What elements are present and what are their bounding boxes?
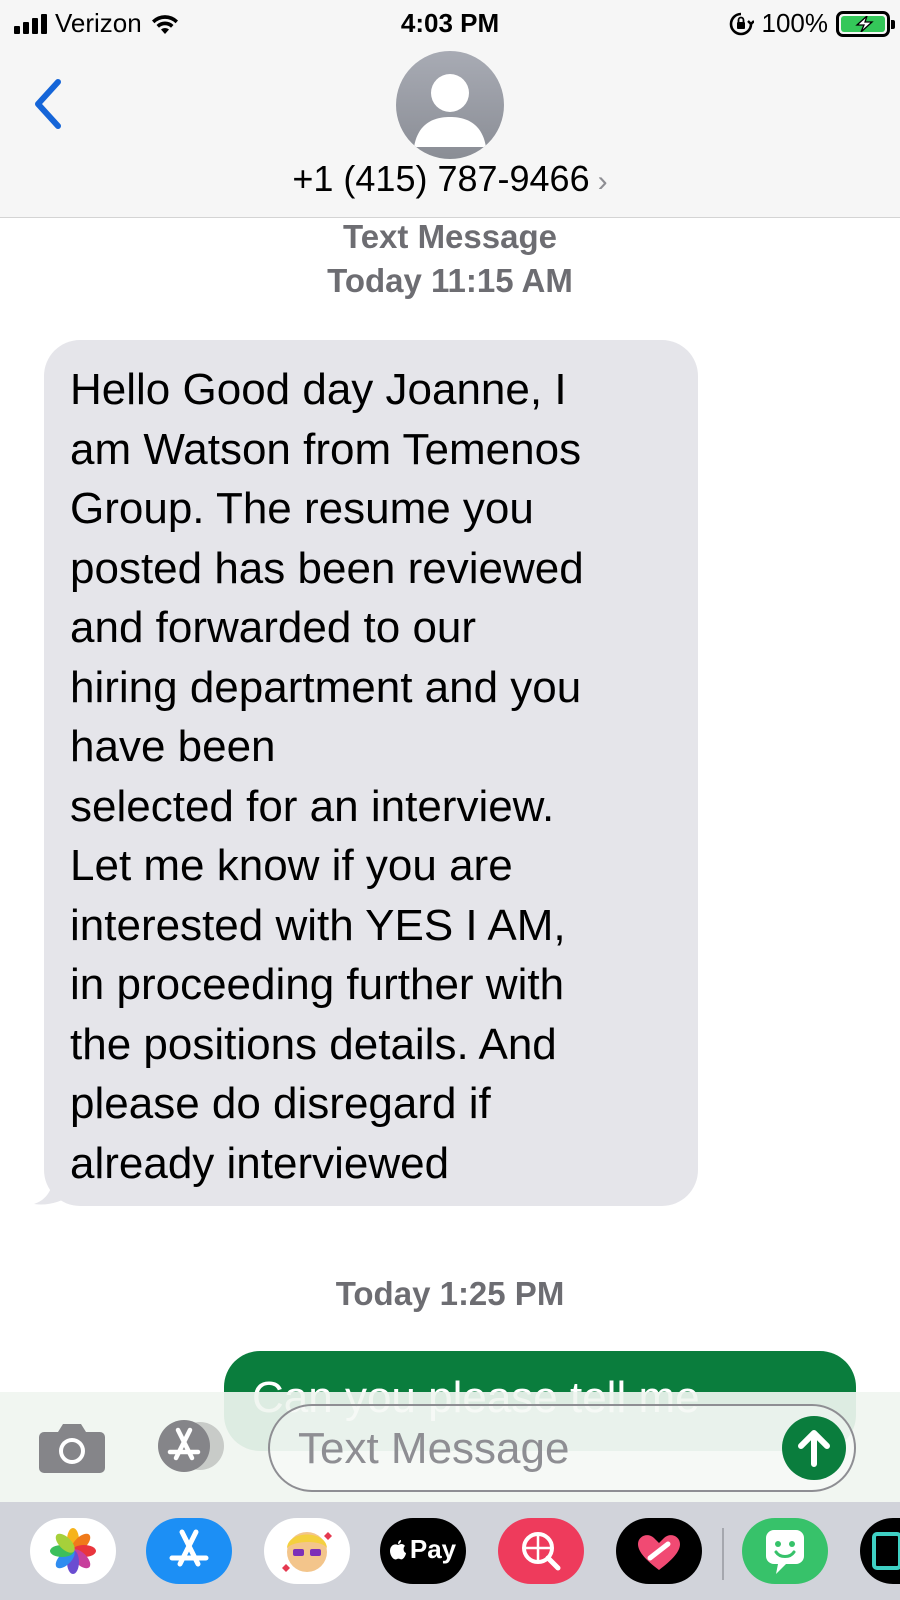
service-label: Text Message — [343, 218, 557, 255]
apple-pay-app-button[interactable]: Pay — [380, 1518, 466, 1584]
battery-charging-icon — [836, 10, 895, 37]
memoji-app-button[interactable] — [264, 1518, 350, 1584]
more-app-icon — [872, 1532, 900, 1570]
drawer-divider — [722, 1528, 724, 1580]
message-input[interactable]: Text Message — [268, 1404, 856, 1492]
back-button[interactable] — [28, 76, 78, 136]
incoming-message-text: Hello Good day Joanne, I am Watson from … — [70, 365, 584, 1188]
memoji-icon — [282, 1532, 332, 1572]
status-bar: Verizon 4:03 PM 100% — [0, 0, 900, 46]
digital-touch-icon — [638, 1535, 680, 1570]
apple-pay-label: Pay — [409, 1534, 457, 1564]
sticker-app-button[interactable] — [742, 1518, 828, 1584]
timestamp: Today 11:15 AM — [327, 262, 573, 299]
more-app-button[interactable] — [860, 1518, 900, 1584]
message-input-placeholder: Text Message — [298, 1424, 570, 1473]
send-button[interactable] — [782, 1416, 846, 1480]
digital-touch-app-button[interactable] — [616, 1518, 702, 1584]
app-drawer: Pay — [0, 1502, 900, 1600]
camera-icon — [39, 1424, 105, 1473]
search-images-app-button[interactable] — [498, 1518, 584, 1584]
conversation-header: +1 (415) 787-9466 › — [0, 46, 900, 218]
app-store-app-button[interactable] — [146, 1518, 232, 1584]
arrow-up-icon — [798, 1430, 830, 1467]
contact-name-button[interactable]: +1 (415) 787-9466 › — [0, 158, 900, 200]
app-store-button[interactable] — [152, 1420, 228, 1472]
sticker-app-icon — [766, 1530, 804, 1574]
contact-number: +1 (415) 787-9466 — [292, 158, 590, 199]
photos-icon — [50, 1528, 96, 1574]
app-store-icon — [169, 1529, 209, 1567]
message-composer: Text Message — [0, 1392, 900, 1502]
app-store-icon — [158, 1420, 224, 1472]
avatar[interactable] — [396, 51, 504, 159]
battery-percent: 100% — [761, 8, 829, 38]
photos-app-button[interactable] — [30, 1518, 116, 1584]
chevron-right-icon: › — [597, 165, 608, 198]
camera-button[interactable] — [38, 1420, 106, 1474]
person-icon — [414, 74, 486, 147]
status-right: 100% — [728, 8, 895, 39]
rotation-lock-icon — [729, 12, 754, 35]
chevron-left-icon — [35, 79, 61, 129]
timestamp: Today 1:25 PM — [335, 1275, 565, 1312]
search-images-icon — [522, 1532, 561, 1571]
incoming-message-bubble[interactable]: Hello Good day Joanne, I am Watson from … — [44, 340, 698, 1206]
